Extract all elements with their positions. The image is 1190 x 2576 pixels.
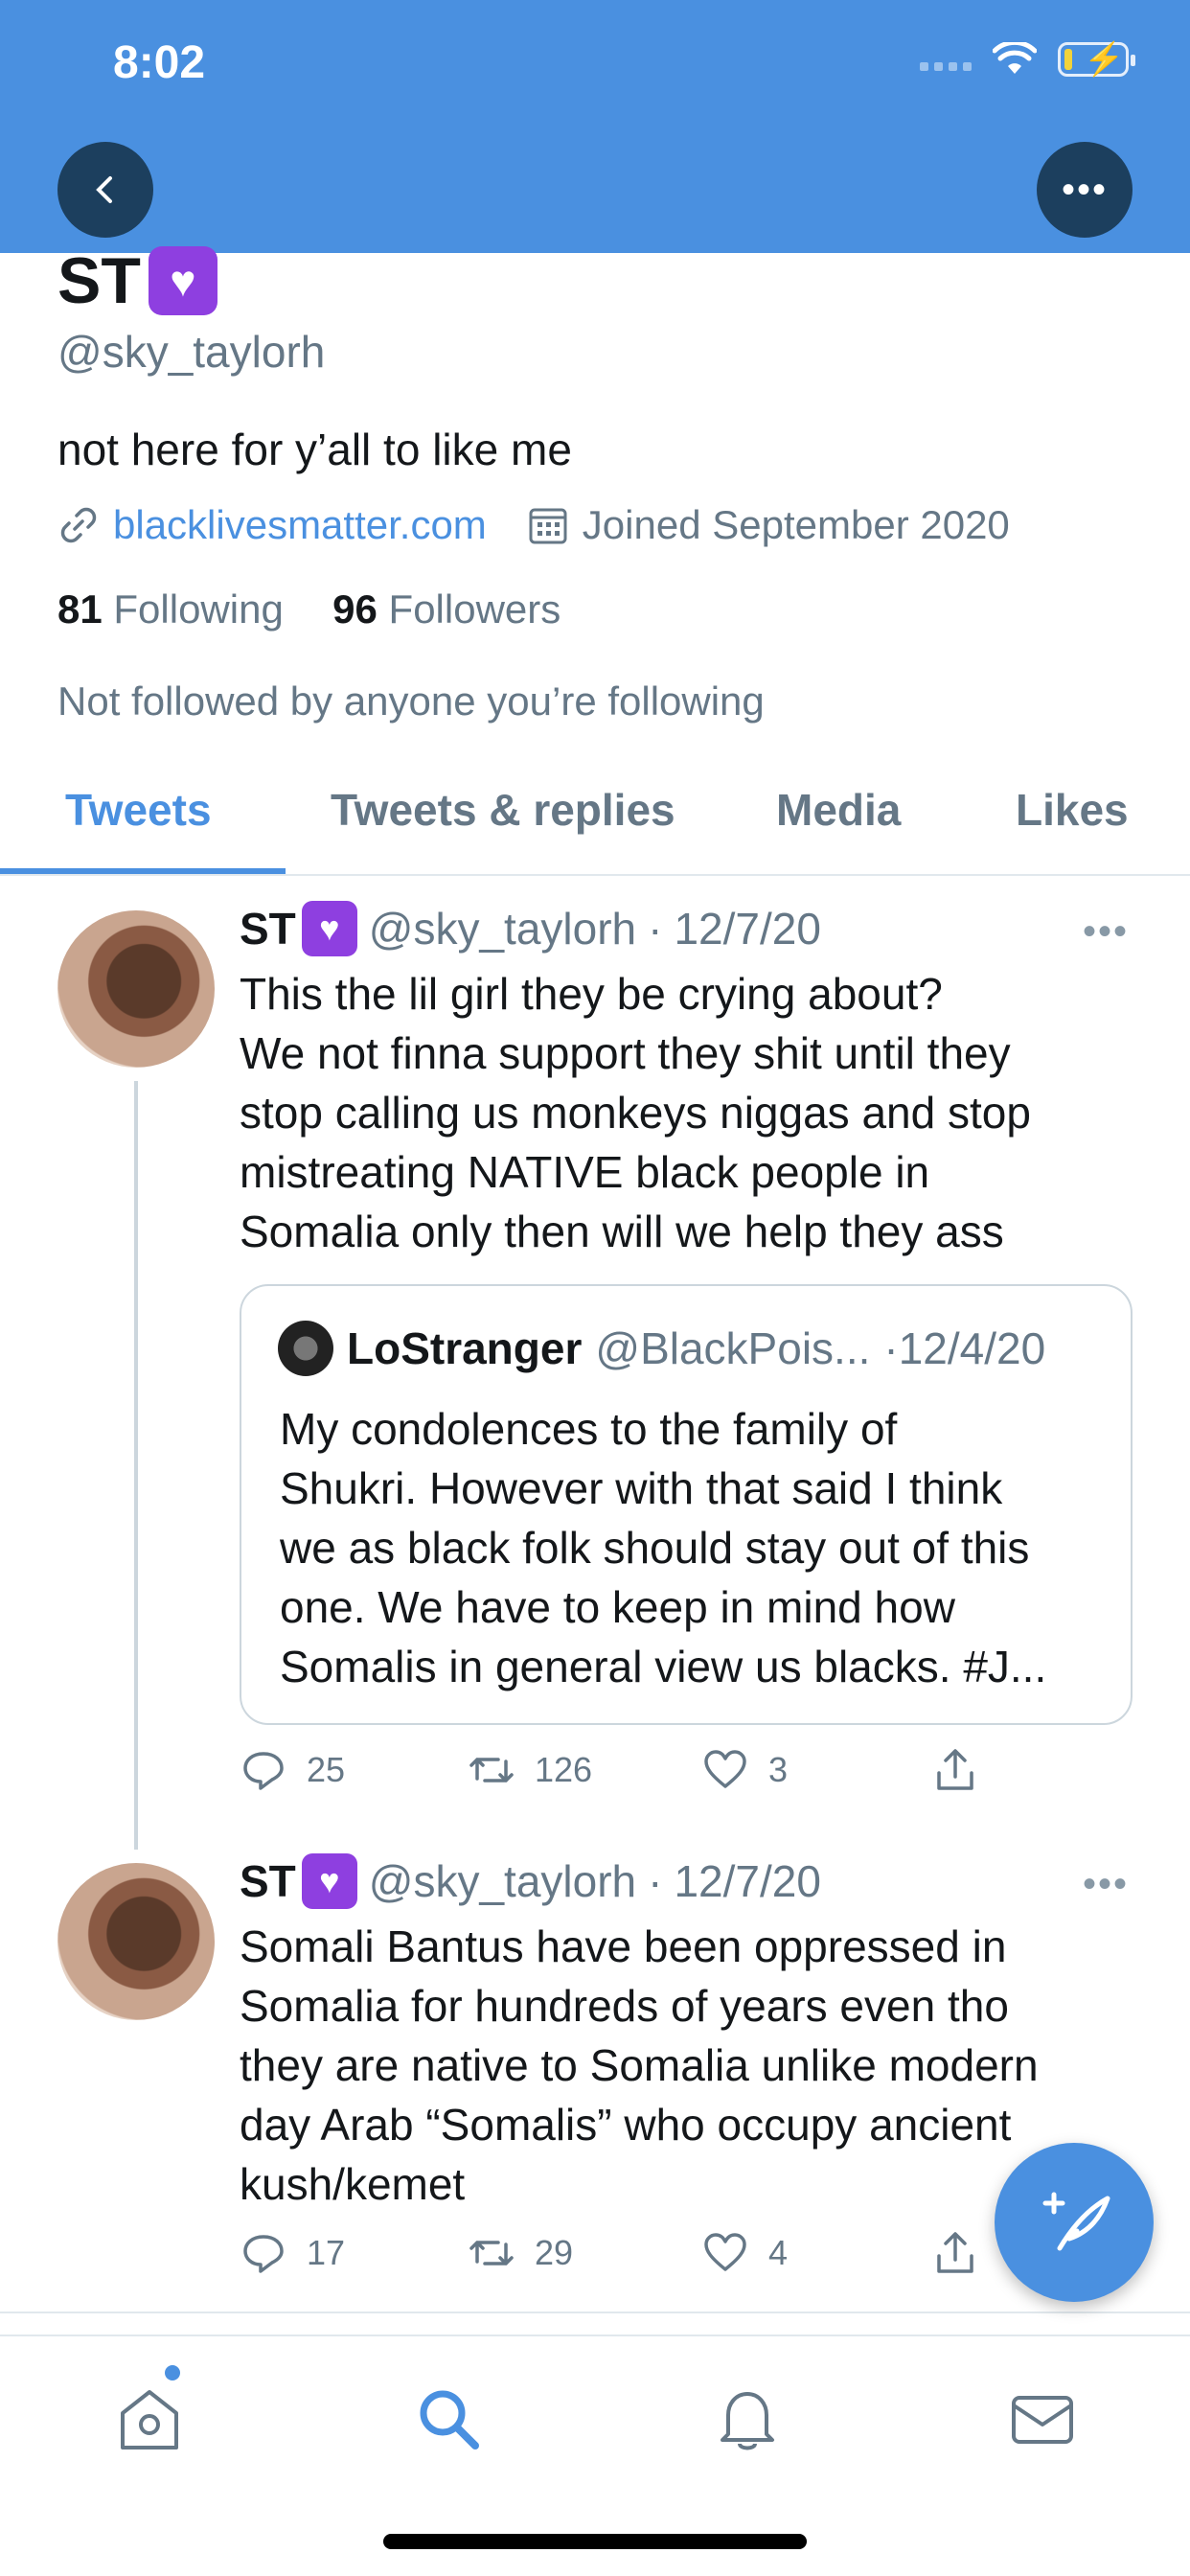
reply-button[interactable]: 25 [240, 1746, 345, 1794]
purple-heart-icon: ♥ [148, 246, 217, 315]
retweet-icon [469, 2241, 514, 2266]
compose-feather-icon [1042, 2192, 1110, 2251]
website-link[interactable]: blacklivesmatter.com [113, 502, 487, 548]
tweet-actions: 17 29 4 [240, 2229, 1102, 2287]
profile-header-banner: 8:02 ⚡ ••• [0, 0, 1190, 253]
joined-date: Joined September 2020 [582, 502, 1010, 547]
reply-button[interactable]: 17 [240, 2229, 345, 2277]
avatar [278, 1321, 333, 1376]
back-button[interactable] [57, 142, 153, 238]
status-icons: ⚡ [920, 41, 1135, 78]
status-time: 8:02 [113, 37, 206, 88]
tweet-header: ST ♥ @sky_taylorh · 12/7/20 [240, 901, 821, 956]
reply-icon [243, 2235, 284, 2273]
bell-icon[interactable] [709, 2380, 786, 2457]
reply-icon [243, 1752, 284, 1790]
following-link[interactable]: 81 Following [57, 586, 284, 632]
not-followed-notice: Not followed by anyone you’re following [57, 678, 765, 724]
mail-icon[interactable] [1004, 2380, 1081, 2457]
search-icon[interactable] [410, 2380, 487, 2457]
profile-bio: not here for y’all to like me [57, 425, 572, 474]
tweet-more-icon[interactable]: ••• [1083, 910, 1129, 954]
heart-icon [704, 2233, 746, 2271]
share-icon [937, 2232, 973, 2273]
wifi-icon [993, 42, 1037, 74]
profile-name: ST ♥ [57, 243, 217, 318]
tab-tweets-replies[interactable]: Tweets & replies [331, 784, 675, 836]
thread-line [134, 1081, 138, 1850]
quoted-tweet-text: My condolences to the family of Shukri. … [280, 1404, 1047, 1691]
tab-tweets[interactable]: Tweets [65, 784, 212, 836]
quoted-tweet[interactable]: LoStranger @BlackPois... ·12/4/20 My con… [240, 1284, 1133, 1725]
tab-likes[interactable]: Likes [1016, 784, 1129, 836]
chevron-left-icon [96, 176, 112, 203]
avatar[interactable] [57, 1863, 215, 2020]
like-button[interactable]: 3 [701, 1746, 788, 1794]
share-button[interactable] [931, 1746, 979, 1794]
quoted-tweet-header: LoStranger @BlackPois... ·12/4/20 [278, 1321, 1045, 1376]
share-button[interactable] [931, 2229, 979, 2277]
purple-heart-icon: ♥ [301, 901, 357, 956]
tweet-text: This the lil girl they be crying about? … [240, 969, 1031, 1256]
signal-icon [920, 48, 972, 71]
profile-handle: @sky_taylorh [57, 327, 326, 377]
compose-tweet-button[interactable] [995, 2143, 1154, 2302]
tweet-header: ST ♥ @sky_taylorh · 12/7/20 [240, 1853, 821, 1909]
retweet-button[interactable]: 126 [468, 1746, 592, 1794]
home-indicator[interactable] [383, 2534, 807, 2549]
calendar-icon [529, 508, 567, 544]
retweet-icon [469, 1758, 514, 1782]
home-icon[interactable] [111, 2380, 188, 2457]
avatar[interactable] [57, 910, 215, 1068]
tab-media[interactable]: Media [776, 784, 901, 836]
active-tab-indicator [0, 868, 286, 874]
follow-stats: 81 Following 96 Followers [57, 586, 561, 632]
share-icon [937, 1749, 973, 1790]
more-options-button[interactable]: ••• [1037, 142, 1133, 238]
profile-tabs: Tweets Tweets & replies Media Likes [0, 767, 1190, 876]
notification-dot [165, 2365, 180, 2380]
tweet-more-icon[interactable]: ••• [1083, 1863, 1129, 1906]
more-horizontal-icon: ••• [1061, 168, 1108, 211]
purple-heart-icon: ♥ [301, 1853, 357, 1909]
link-icon [60, 507, 97, 543]
battery-icon: ⚡ [1058, 41, 1135, 78]
retweet-button[interactable]: 29 [468, 2229, 573, 2277]
profile-meta: blacklivesmatter.com Joined September 20… [57, 502, 1010, 548]
like-button[interactable]: 4 [701, 2229, 788, 2277]
followers-link[interactable]: 96 Followers [332, 586, 561, 632]
divider [0, 2312, 1190, 2313]
tweet-actions: 25 126 3 [240, 1746, 1102, 1804]
heart-icon [704, 1750, 746, 1788]
tweet-text: Somali Bantus have been oppressed in Som… [240, 1921, 1039, 2209]
